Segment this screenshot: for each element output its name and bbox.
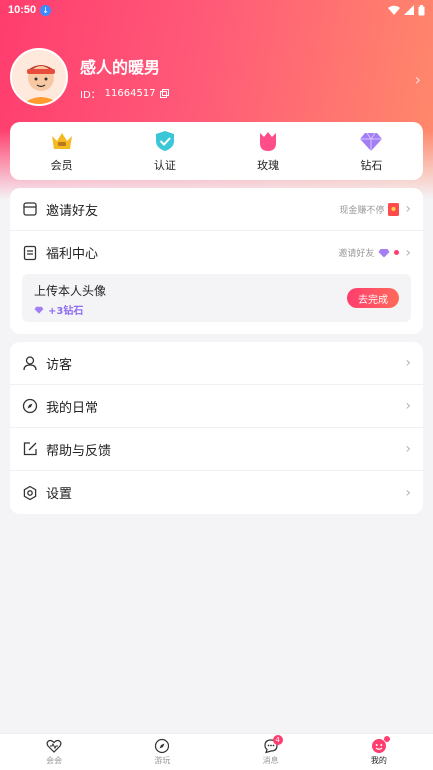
bottom-navigation: 会会 游玩 4 消息 我的 [0,733,433,770]
quick-action-diamond[interactable]: 钻石 [331,129,411,173]
invite-hint: 现金赚不停 [339,205,385,216]
nav-tab-messages[interactable]: 4 消息 [217,734,325,770]
user-id-value: 11664517 [104,87,156,99]
welfare-center-row[interactable]: 福利中心 邀请好友 › [10,231,423,274]
nav-label: 消息 [262,756,279,765]
menu-row-visitors[interactable]: 访客 › [10,342,423,385]
settings-icon [23,485,37,500]
chevron-right-icon: › [405,355,411,371]
avatar-illustration-icon [12,50,66,104]
menu-row-help[interactable]: 帮助与反馈 › [10,428,423,471]
diamond-icon [378,248,390,257]
task-title: 上传本人头像 [34,284,107,298]
quick-actions-card: 会员 认证 玫瑰 钻石 [10,122,423,180]
chevron-right-icon: › [405,244,411,261]
notification-icon: ↓ [40,4,52,16]
welfare-center-label: 福利中心 [46,247,99,262]
rose-icon [260,132,277,151]
nav-label: 游玩 [154,756,171,765]
menu-row-label: 我的日常 [46,400,99,416]
signal-icon [404,5,414,15]
document-icon [23,245,37,260]
chevron-right-icon: › [405,441,411,457]
welfare-hint: 邀请好友 [338,249,375,259]
chevron-right-icon: › [405,398,411,414]
diamond-icon [34,306,44,314]
user-id-label: ID： [80,89,101,101]
welfare-card: 邀请好友 现金赚不停 › 福利中心 邀请好友 › 上传本人头像 +3钻石 去完成 [10,188,423,334]
quick-action-label: 玫瑰 [257,159,280,172]
task-reward: +3钻石 [34,302,83,317]
quick-action-label: 会员 [50,159,73,172]
nav-tab-meet[interactable]: 会会 [0,734,108,770]
quick-action-label: 认证 [153,159,176,172]
shield-check-icon [155,131,174,151]
username: 感人的暖男 [80,57,161,77]
user-icon [23,356,37,371]
heart-icon [46,739,62,753]
task-complete-button[interactable]: 去完成 [347,288,399,308]
nav-tab-play[interactable]: 游玩 [108,734,216,770]
menu-row-label: 访客 [46,357,73,373]
nav-label: 会会 [46,756,63,765]
task-reward-text: +3钻石 [48,306,84,317]
menu-row-daily[interactable]: 我的日常 › [10,385,423,428]
chevron-right-icon: › [405,484,411,501]
avatar[interactable] [10,48,68,106]
menu-row-label: 帮助与反馈 [46,443,112,459]
quick-action-rose[interactable]: 玫瑰 [228,129,308,173]
crown-icon [51,133,72,149]
quick-action-vip[interactable]: 会员 [22,129,102,173]
user-id-row: ID： 11664517 [80,86,169,101]
edit-icon [23,442,37,456]
copy-icon[interactable] [159,88,169,98]
chevron-right-icon: › [405,201,411,217]
menu-row-settings[interactable]: 设置 › [10,471,423,514]
diamond-icon [360,132,383,151]
invite-friends-label: 邀请好友 [46,203,99,219]
nav-label: 我的 [370,756,387,765]
compass-icon [22,398,38,414]
compass-icon [155,738,170,754]
red-envelope-icon [388,202,400,216]
invite-friends-row[interactable]: 邀请好友 现金赚不停 › [10,188,423,231]
menu-row-label: 设置 [46,487,73,502]
notification-dot-icon [383,736,390,742]
red-dot-icon [394,250,400,255]
task-upload-avatar: 上传本人头像 +3钻石 去完成 [22,274,411,322]
battery-icon [418,4,425,15]
status-time: 10:50 [8,4,37,16]
quick-action-verify[interactable]: 认证 [125,129,205,173]
message-count-badge: 4 [272,735,283,745]
quick-action-label: 钻石 [360,159,383,172]
status-bar: 10:50 ↓ [0,0,433,20]
profile-section[interactable]: 感人的暖男 ID： 11664517 [10,48,169,106]
nav-tab-me[interactable]: 我的 [325,734,433,770]
settings-card: 访客 › 我的日常 › 帮助与反馈 › 设置 › [10,342,423,514]
gift-box-icon [23,202,37,216]
wifi-icon [388,5,400,15]
profile-chevron-icon[interactable]: › [415,70,421,89]
